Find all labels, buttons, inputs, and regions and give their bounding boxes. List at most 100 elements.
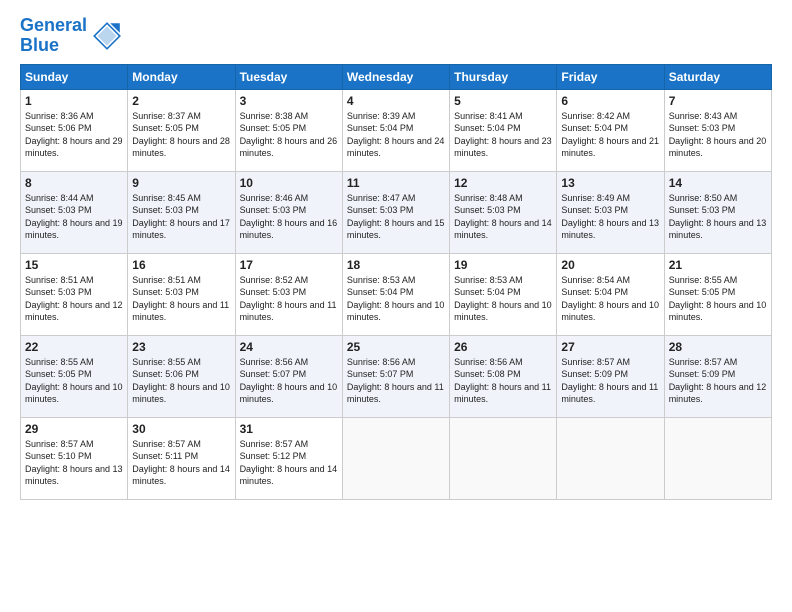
day-number: 30: [132, 422, 230, 436]
calendar-cell: 10Sunrise: 8:46 AMSunset: 5:03 PMDayligh…: [235, 171, 342, 253]
day-number: 17: [240, 258, 338, 272]
day-number: 12: [454, 176, 552, 190]
day-info: Sunrise: 8:55 AMSunset: 5:05 PMDaylight:…: [25, 356, 123, 406]
calendar-week-row: 8 Sunrise: 8:44 AMSunset: 5:03 PMDaylight…: [21, 171, 772, 253]
day-info: Sunrise: 8:43 AMSunset: 5:03 PMDaylight:…: [669, 110, 767, 160]
calendar-cell: [342, 417, 449, 499]
day-info: Sunrise: 8:49 AMSunset: 5:03 PMDaylight:…: [561, 192, 659, 242]
calendar-week-row: 15 Sunrise: 8:51 AMSunset: 5:03 PMDayligh…: [21, 253, 772, 335]
calendar-cell: 24 Sunrise: 8:56 AMSunset: 5:07 PMDayligh…: [235, 335, 342, 417]
calendar-cell: 5Sunrise: 8:41 AMSunset: 5:04 PMDaylight…: [450, 89, 557, 171]
day-info: Sunrise: 8:54 AMSunset: 5:04 PMDaylight:…: [561, 274, 659, 324]
day-info: Sunrise: 8:36 AMSunset: 5:06 PMDaylight:…: [25, 110, 123, 160]
calendar-header-friday: Friday: [557, 64, 664, 89]
logo-text: General Blue: [20, 16, 87, 56]
day-number: 23: [132, 340, 230, 354]
day-info: Sunrise: 8:52 AMSunset: 5:03 PMDaylight:…: [240, 274, 338, 324]
day-number: 13: [561, 176, 659, 190]
day-info: Sunrise: 8:55 AMSunset: 5:06 PMDaylight:…: [132, 356, 230, 406]
calendar-cell: 12 Sunrise: 8:48 AMSunset: 5:03 PMDayligh…: [450, 171, 557, 253]
logo-icon: [91, 20, 123, 52]
calendar-cell: 18Sunrise: 8:53 AMSunset: 5:04 PMDayligh…: [342, 253, 449, 335]
calendar-week-row: 1 Sunrise: 8:36 AMSunset: 5:06 PMDaylight…: [21, 89, 772, 171]
header: General Blue: [20, 16, 772, 56]
day-info: Sunrise: 8:37 AMSunset: 5:05 PMDaylight:…: [132, 110, 230, 160]
day-number: 11: [347, 176, 445, 190]
calendar-week-row: 29 Sunrise: 8:57 AMSunset: 5:10 PMDayligh…: [21, 417, 772, 499]
calendar-cell: 31Sunrise: 8:57 AMSunset: 5:12 PMDayligh…: [235, 417, 342, 499]
day-info: Sunrise: 8:55 AMSunset: 5:05 PMDaylight:…: [669, 274, 767, 324]
day-number: 6: [561, 94, 659, 108]
day-number: 1: [25, 94, 123, 108]
calendar-cell: 30 Sunrise: 8:57 AMSunset: 5:11 PMDayligh…: [128, 417, 235, 499]
day-number: 20: [561, 258, 659, 272]
day-info: Sunrise: 8:44 AMSunset: 5:03 PMDaylight:…: [25, 192, 123, 242]
day-info: Sunrise: 8:50 AMSunset: 5:03 PMDaylight:…: [669, 192, 767, 242]
calendar-cell: 19 Sunrise: 8:53 AMSunset: 5:04 PMDayligh…: [450, 253, 557, 335]
day-info: Sunrise: 8:48 AMSunset: 5:03 PMDaylight:…: [454, 192, 552, 242]
calendar-cell: 1 Sunrise: 8:36 AMSunset: 5:06 PMDaylight…: [21, 89, 128, 171]
calendar-header-saturday: Saturday: [664, 64, 771, 89]
calendar-cell: 4 Sunrise: 8:39 AMSunset: 5:04 PMDaylight…: [342, 89, 449, 171]
day-info: Sunrise: 8:56 AMSunset: 5:08 PMDaylight:…: [454, 356, 552, 406]
day-number: 3: [240, 94, 338, 108]
calendar-cell: 3 Sunrise: 8:38 AMSunset: 5:05 PMDaylight…: [235, 89, 342, 171]
day-info: Sunrise: 8:57 AMSunset: 5:09 PMDaylight:…: [561, 356, 659, 406]
day-number: 14: [669, 176, 767, 190]
calendar-cell: 11 Sunrise: 8:47 AMSunset: 5:03 PMDayligh…: [342, 171, 449, 253]
calendar-cell: 20 Sunrise: 8:54 AMSunset: 5:04 PMDayligh…: [557, 253, 664, 335]
calendar-cell: 9Sunrise: 8:45 AMSunset: 5:03 PMDaylight…: [128, 171, 235, 253]
calendar-cell: 16 Sunrise: 8:51 AMSunset: 5:03 PMDayligh…: [128, 253, 235, 335]
day-info: Sunrise: 8:47 AMSunset: 5:03 PMDaylight:…: [347, 192, 445, 242]
day-info: Sunrise: 8:56 AMSunset: 5:07 PMDaylight:…: [240, 356, 338, 406]
day-number: 16: [132, 258, 230, 272]
calendar-cell: [450, 417, 557, 499]
calendar-header-thursday: Thursday: [450, 64, 557, 89]
day-number: 8: [25, 176, 123, 190]
day-number: 15: [25, 258, 123, 272]
day-number: 28: [669, 340, 767, 354]
day-info: Sunrise: 8:53 AMSunset: 5:04 PMDaylight:…: [454, 274, 552, 324]
day-number: 26: [454, 340, 552, 354]
day-number: 4: [347, 94, 445, 108]
calendar-header-monday: Monday: [128, 64, 235, 89]
day-number: 25: [347, 340, 445, 354]
day-info: Sunrise: 8:57 AMSunset: 5:11 PMDaylight:…: [132, 438, 230, 488]
day-number: 19: [454, 258, 552, 272]
calendar-cell: 7 Sunrise: 8:43 AMSunset: 5:03 PMDaylight…: [664, 89, 771, 171]
day-number: 2: [132, 94, 230, 108]
calendar-cell: 26 Sunrise: 8:56 AMSunset: 5:08 PMDayligh…: [450, 335, 557, 417]
day-info: Sunrise: 8:57 AMSunset: 5:09 PMDaylight:…: [669, 356, 767, 406]
calendar-cell: 6 Sunrise: 8:42 AMSunset: 5:04 PMDaylight…: [557, 89, 664, 171]
day-info: Sunrise: 8:57 AMSunset: 5:10 PMDaylight:…: [25, 438, 123, 488]
calendar-cell: 2 Sunrise: 8:37 AMSunset: 5:05 PMDaylight…: [128, 89, 235, 171]
day-number: 21: [669, 258, 767, 272]
calendar-cell: [664, 417, 771, 499]
day-info: Sunrise: 8:51 AMSunset: 5:03 PMDaylight:…: [132, 274, 230, 324]
day-number: 24: [240, 340, 338, 354]
day-number: 22: [25, 340, 123, 354]
calendar-cell: 29 Sunrise: 8:57 AMSunset: 5:10 PMDayligh…: [21, 417, 128, 499]
day-info: Sunrise: 8:51 AMSunset: 5:03 PMDaylight:…: [25, 274, 123, 324]
day-info: Sunrise: 8:41 AMSunset: 5:04 PMDaylight:…: [454, 110, 552, 160]
day-number: 7: [669, 94, 767, 108]
calendar-cell: 25Sunrise: 8:56 AMSunset: 5:07 PMDayligh…: [342, 335, 449, 417]
day-info: Sunrise: 8:39 AMSunset: 5:04 PMDaylight:…: [347, 110, 445, 160]
day-info: Sunrise: 8:38 AMSunset: 5:05 PMDaylight:…: [240, 110, 338, 160]
day-number: 31: [240, 422, 338, 436]
day-number: 10: [240, 176, 338, 190]
day-number: 18: [347, 258, 445, 272]
day-number: 9: [132, 176, 230, 190]
calendar-cell: 27 Sunrise: 8:57 AMSunset: 5:09 PMDayligh…: [557, 335, 664, 417]
calendar-cell: 13 Sunrise: 8:49 AMSunset: 5:03 PMDayligh…: [557, 171, 664, 253]
day-number: 29: [25, 422, 123, 436]
day-info: Sunrise: 8:42 AMSunset: 5:04 PMDaylight:…: [561, 110, 659, 160]
calendar-cell: 21 Sunrise: 8:55 AMSunset: 5:05 PMDayligh…: [664, 253, 771, 335]
day-number: 27: [561, 340, 659, 354]
calendar-cell: 14 Sunrise: 8:50 AMSunset: 5:03 PMDayligh…: [664, 171, 771, 253]
calendar-header-row: SundayMondayTuesdayWednesdayThursdayFrid…: [21, 64, 772, 89]
logo-general: General: [20, 15, 87, 35]
calendar-header-sunday: Sunday: [21, 64, 128, 89]
calendar-header-wednesday: Wednesday: [342, 64, 449, 89]
logo: General Blue: [20, 16, 123, 56]
